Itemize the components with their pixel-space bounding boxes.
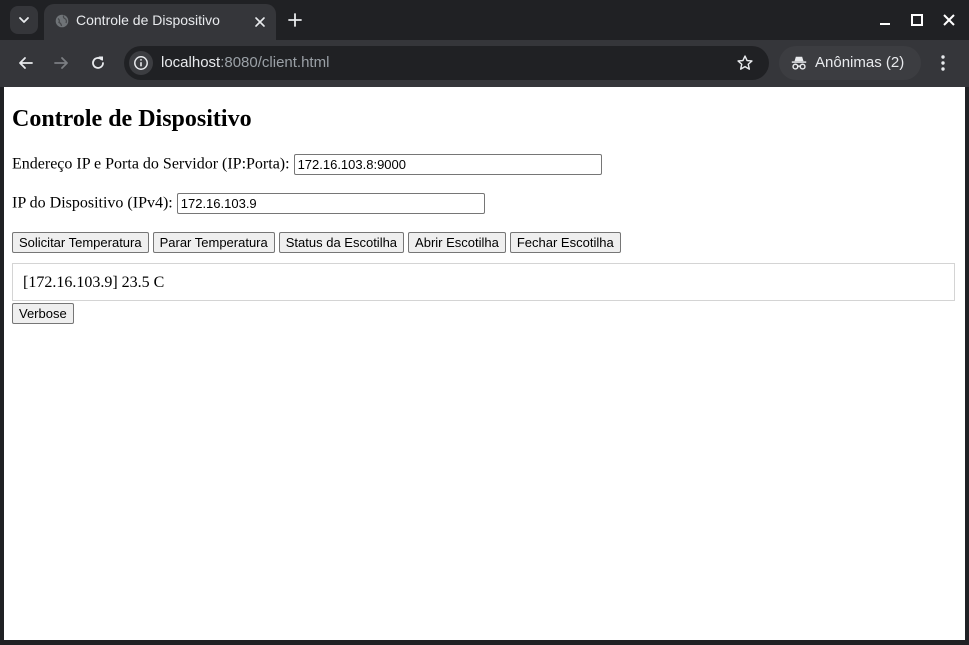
url-text: localhost:8080/client.html <box>161 54 329 71</box>
browser-tab[interactable]: Controle de Dispositivo <box>44 4 276 40</box>
address-bar[interactable]: localhost:8080/client.html <box>124 46 769 80</box>
reload-icon[interactable] <box>88 53 108 73</box>
server-address-label: Endereço IP e Porta do Servidor (IP:Port… <box>12 155 290 173</box>
incognito-icon <box>791 56 807 70</box>
forward-arrow-icon[interactable] <box>51 53 71 73</box>
more-vert-icon[interactable] <box>933 53 953 73</box>
url-host: localhost <box>161 54 221 71</box>
action-buttons: Solicitar Temperatura Parar Temperatura St… <box>12 232 625 253</box>
device-ip-label: IP do Dispositivo (IPv4): <box>12 194 173 212</box>
site-info-button[interactable] <box>129 51 153 75</box>
chevron-down-icon <box>19 17 29 23</box>
close-icon[interactable] <box>252 14 268 30</box>
incognito-profile-chip[interactable]: Anônimas (2) <box>779 46 921 80</box>
server-address-row: Endereço IP e Porta do Servidor (IP:Port… <box>12 154 602 175</box>
log-output: [172.16.103.9] 23.5 C <box>12 263 955 301</box>
device-ip-row: IP do Dispositivo (IPv4): <box>12 193 485 214</box>
maximize-icon[interactable] <box>909 12 925 28</box>
server-address-input[interactable] <box>293 154 602 175</box>
minimize-icon[interactable] <box>877 12 893 28</box>
star-bookmark-icon[interactable] <box>736 54 754 72</box>
back-arrow-icon[interactable] <box>16 53 36 73</box>
page-title: Controle de Dispositivo <box>12 106 252 132</box>
tab-search-button[interactable] <box>10 6 38 34</box>
info-icon <box>134 56 148 70</box>
request-temperature-button[interactable]: Solicitar Temperatura <box>12 232 149 253</box>
verbose-row: Verbose <box>12 303 78 324</box>
new-tab-plus-icon[interactable] <box>286 11 304 29</box>
log-line: [172.16.103.9] 23.5 C <box>23 274 165 291</box>
incognito-label: Anônimas (2) <box>815 54 905 71</box>
browser-titlebar: Controle de Dispositivo <box>0 0 969 40</box>
url-path: :8080/client.html <box>220 54 330 71</box>
open-hatch-button[interactable]: Abrir Escotilha <box>408 232 506 253</box>
hatch-status-button[interactable]: Status da Escotilha <box>278 232 405 253</box>
close-hatch-button[interactable]: Fechar Escotilha <box>509 232 621 253</box>
stop-temperature-button[interactable]: Parar Temperatura <box>152 232 275 253</box>
browser-toolbar: localhost:8080/client.html Anônimas (2) <box>0 40 969 87</box>
globe-icon <box>55 14 69 28</box>
window-close-icon[interactable] <box>941 12 957 28</box>
tab-title: Controle de Dispositivo <box>76 12 220 28</box>
device-ip-input[interactable] <box>176 193 485 214</box>
verbose-button[interactable]: Verbose <box>12 303 74 324</box>
page-viewport: Controle de Dispositivo Endereço IP e Po… <box>4 87 965 640</box>
